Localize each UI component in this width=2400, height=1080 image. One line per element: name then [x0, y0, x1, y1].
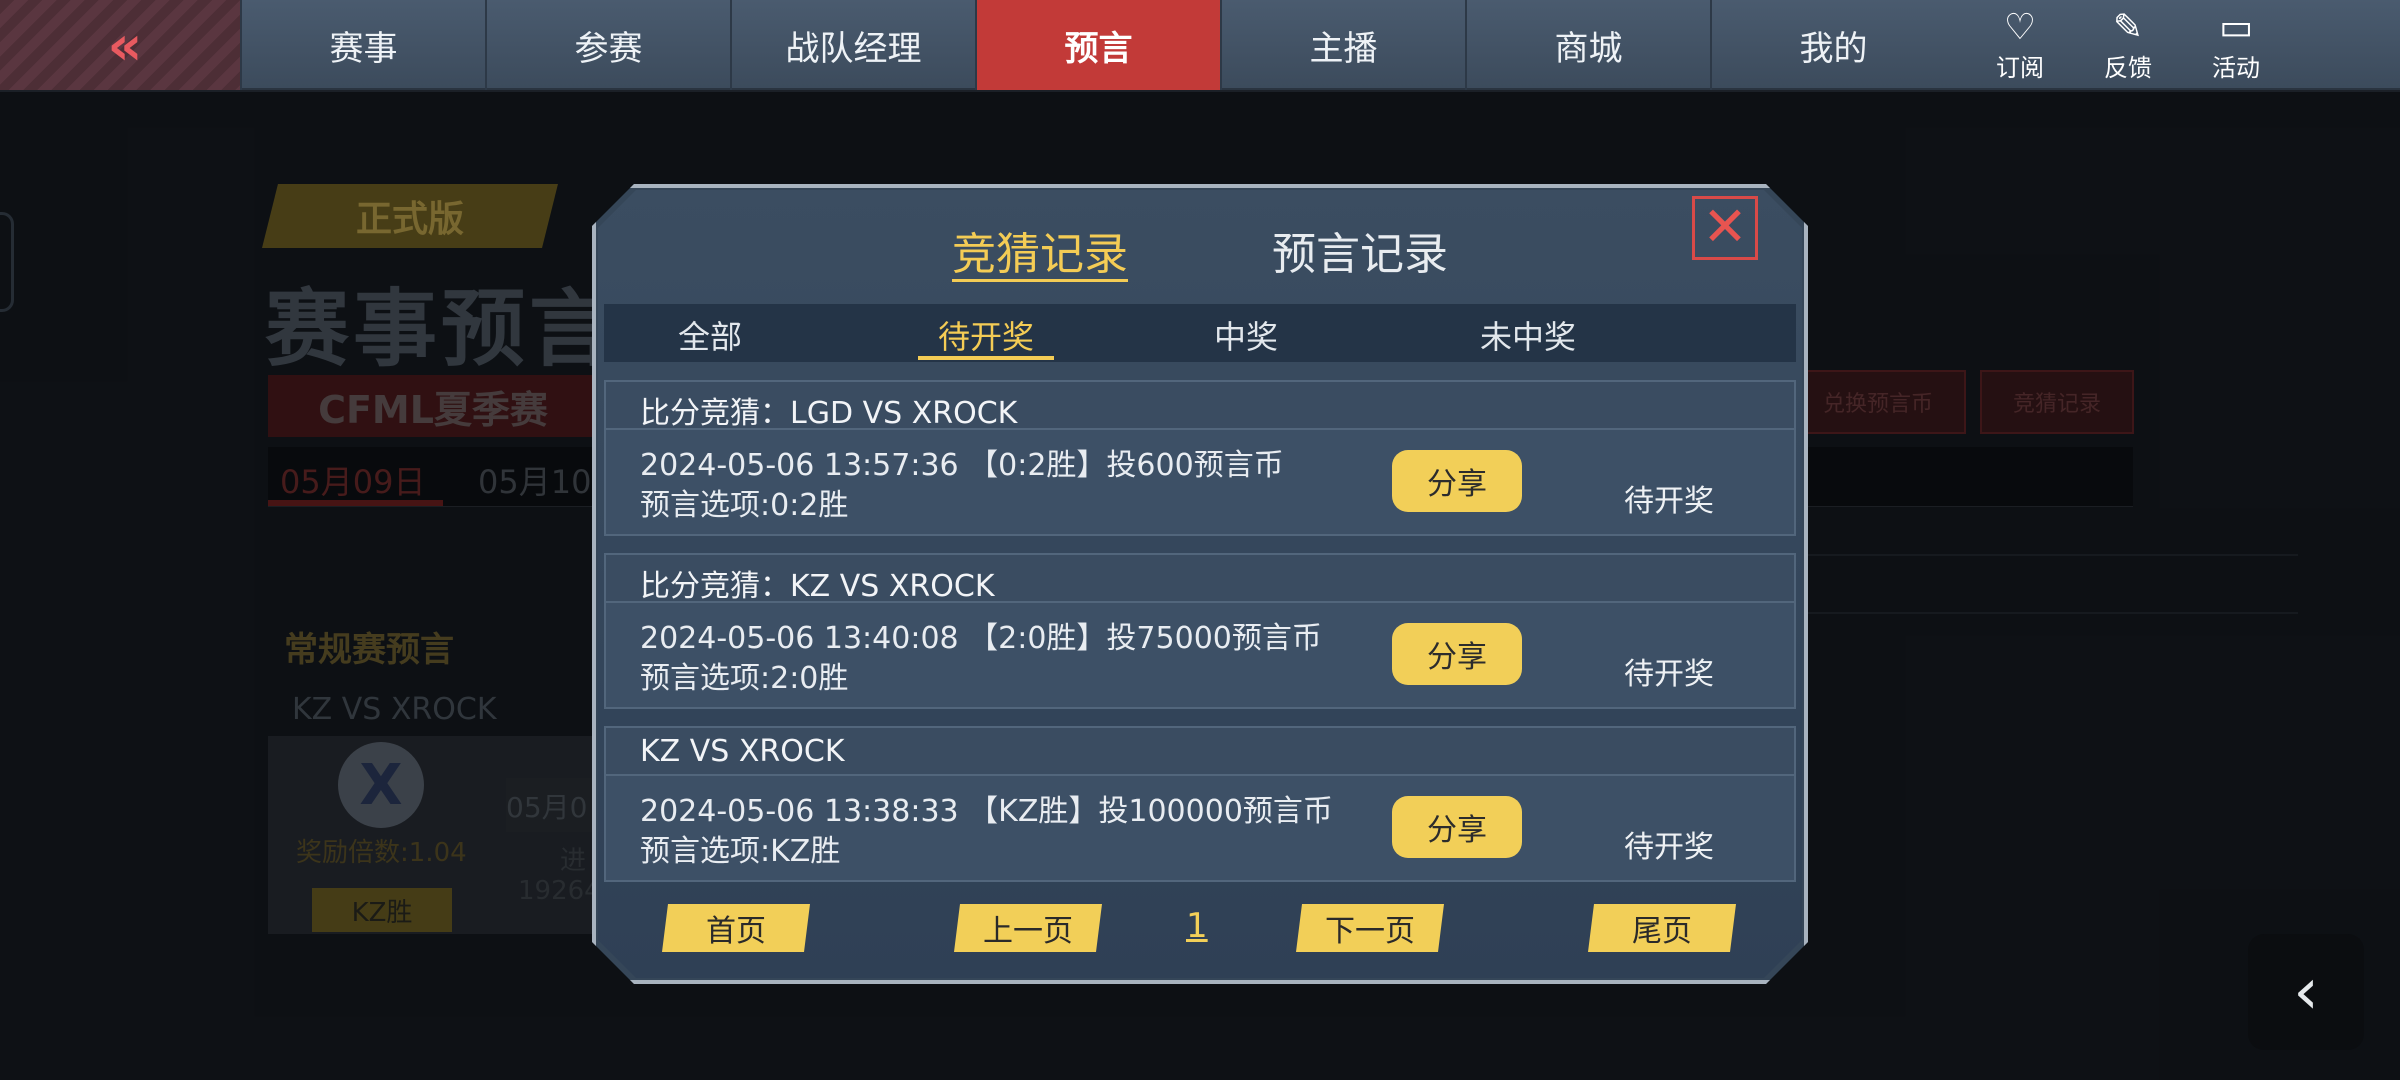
activity-button[interactable]: ▭ 活动: [2182, 0, 2290, 90]
nav-icon-group: ♡ 订阅 ✎ 反馈 ▭ 活动: [1966, 0, 2400, 90]
feedback-icon: ✎: [2112, 6, 2144, 48]
feedback-button[interactable]: ✎ 反馈: [2074, 0, 2182, 90]
record-dialog: [592, 184, 1808, 984]
tab-shop[interactable]: 商城: [1465, 0, 1710, 90]
tab-mine[interactable]: 我的: [1710, 0, 1955, 90]
subscribe-button[interactable]: ♡ 订阅: [1966, 0, 2074, 90]
chevron-left-icon[interactable]: ‹: [2248, 934, 2364, 1050]
top-nav: « 赛事 参赛 战队经理 预言 主播 商城 我的 ♡ 订阅 ✎ 反馈 ▭ 活动: [0, 0, 2400, 90]
tab-streamer[interactable]: 主播: [1220, 0, 1465, 90]
tab-join[interactable]: 参赛: [485, 0, 730, 90]
back-icon[interactable]: «: [0, 0, 240, 90]
feedback-label: 反馈: [2104, 53, 2152, 82]
subscribe-icon: ♡: [2003, 6, 2037, 48]
tab-prediction[interactable]: 预言: [975, 0, 1220, 90]
tab-events[interactable]: 赛事: [240, 0, 485, 90]
activity-icon: ▭: [2218, 6, 2253, 48]
subscribe-label: 订阅: [1996, 53, 2044, 82]
activity-label: 活动: [2212, 53, 2260, 82]
tab-team-manager[interactable]: 战队经理: [730, 0, 975, 90]
